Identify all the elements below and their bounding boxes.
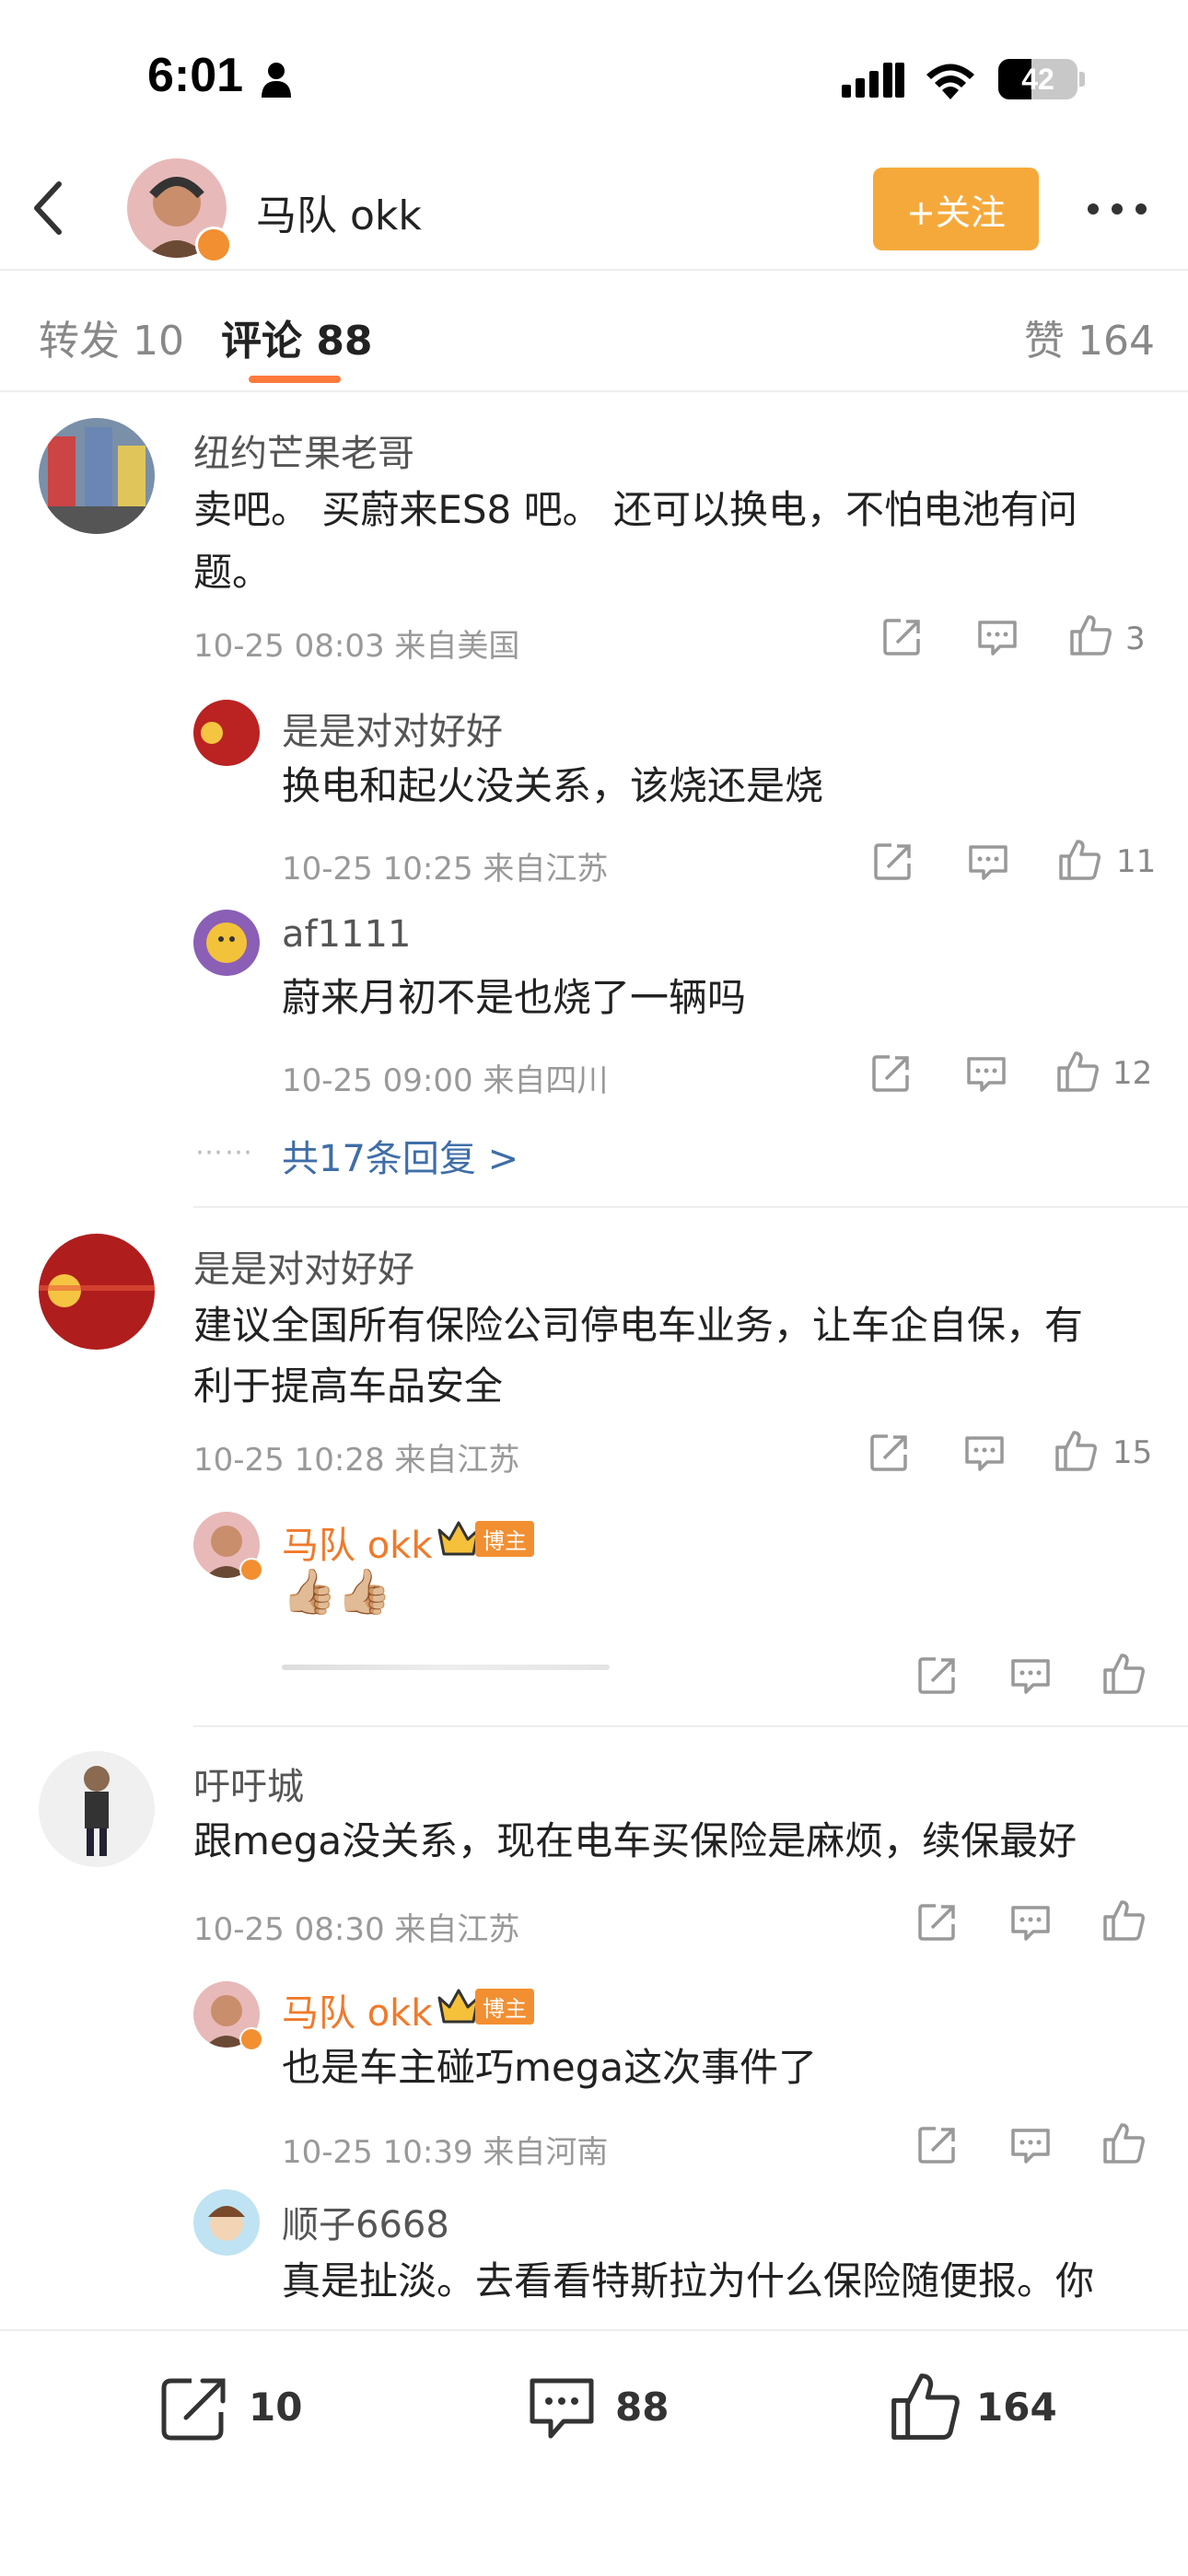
repost-count[interactable]: 10	[249, 2385, 302, 2430]
reply-text: 也是车主碰巧mega这次事件了	[282, 2045, 818, 2090]
comment-divider	[193, 1725, 1188, 1727]
comment-icon[interactable]	[527, 2375, 597, 2442]
comment-icon[interactable]	[967, 843, 1009, 882]
comment-user-name[interactable]: 是是对对好好	[193, 1239, 414, 1293]
like-icon[interactable]	[1101, 1898, 1146, 1943]
like-icon[interactable]	[888, 2370, 961, 2443]
verified-badge-icon	[239, 2027, 263, 2051]
author-badge: 博主	[475, 1989, 534, 2025]
comment-text-cont: 利于提高车品安全	[193, 1363, 504, 1409]
battery-icon: 42	[998, 59, 1077, 99]
comment-meta: 10-25 08:30 来自江苏	[193, 1911, 520, 1948]
comment-user-name[interactable]: 吁吁城	[193, 1757, 304, 1810]
reply-dots: ⋯⋯	[195, 1136, 254, 1168]
comment-text: 建议全国所有保险公司停电车业务，让车企自保，有	[193, 1303, 1084, 1348]
loading-placeholder-bar	[282, 1665, 610, 1670]
comment-text-cont: 题。	[193, 550, 272, 595]
share-icon[interactable]	[882, 617, 923, 657]
header-divider	[0, 269, 1188, 271]
battery-tip	[1079, 72, 1085, 87]
verified-badge-icon	[239, 1558, 263, 1582]
follow-button[interactable]: +关注	[873, 168, 1039, 250]
comment-text: 跟mega没关系，现在电车买保险是麻烦，续保最好	[193, 1818, 1077, 1863]
comment-avatar[interactable]	[39, 1234, 155, 1350]
view-more-replies-link[interactable]: 共17条回复 >	[282, 1129, 518, 1182]
comment-meta: 10-25 08:03 来自美国	[193, 628, 520, 665]
comment-text: 卖吧。 买蔚来ES8 吧。 还可以换电，不怕电池有问	[193, 487, 1077, 532]
reply-avatar[interactable]	[193, 700, 260, 766]
share-icon[interactable]	[917, 1655, 958, 1696]
comment-user-name[interactable]: 纽约芒果老哥	[193, 424, 414, 477]
tab-comments[interactable]: 评论 88	[221, 307, 373, 366]
like-count: 11	[1116, 843, 1157, 880]
like-icon[interactable]	[1068, 613, 1112, 657]
comment-icon[interactable]	[1009, 1657, 1052, 1696]
like-count: 12	[1112, 1055, 1153, 1092]
comment-icon[interactable]	[965, 1055, 1007, 1094]
header-user-name[interactable]: 马队 okk	[256, 182, 422, 241]
comment-divider	[193, 1206, 1188, 1208]
reply-user-name[interactable]: 是是对对好好	[282, 702, 503, 755]
cellular-signal-icon	[842, 63, 904, 98]
more-options-icon[interactable]	[1087, 203, 1147, 215]
repost-icon[interactable]	[160, 2375, 230, 2442]
share-icon[interactable]	[871, 1053, 912, 1094]
reply-avatar[interactable]	[193, 910, 260, 976]
tab-likes[interactable]: 赞 164	[1024, 307, 1155, 366]
like-icon[interactable]	[1101, 1652, 1146, 1696]
crown-icon	[437, 1521, 480, 1556]
crown-icon	[437, 1989, 480, 2024]
comment-count[interactable]: 88	[615, 2385, 669, 2430]
like-count: 15	[1112, 1434, 1153, 1471]
person-icon	[262, 63, 291, 98]
comment-avatar[interactable]	[39, 418, 155, 534]
share-icon[interactable]	[873, 841, 914, 882]
reply-text: 👍🏼👍🏼	[282, 1566, 392, 1618]
comment-meta: 10-25 10:28 来自江苏	[193, 1442, 520, 1479]
reply-text: 换电和起火没关系，该烧还是烧	[282, 763, 824, 808]
status-time: 6:01	[147, 49, 244, 102]
tab-repost[interactable]: 转发 10	[39, 307, 184, 366]
share-icon[interactable]	[917, 1902, 958, 1943]
reply-user-name[interactable]: 马队 okk	[282, 1983, 433, 2036]
reply-meta: 10-25 10:25 来自江苏	[282, 851, 609, 888]
tab-indicator	[249, 376, 341, 383]
reply-user-name[interactable]: 顺子6668	[282, 2195, 449, 2248]
like-icon[interactable]	[1055, 1050, 1100, 1094]
reply-text: 真是扯淡。去看看特斯拉为什么保险随便报。你	[282, 2258, 1095, 2303]
wifi-icon	[926, 64, 974, 99]
reply-meta: 10-25 10:39 来自河南	[282, 2134, 609, 2171]
reply-avatar[interactable]	[193, 2189, 260, 2256]
comment-icon[interactable]	[976, 619, 1019, 657]
like-count-total[interactable]: 164	[976, 2385, 1057, 2430]
comment-icon[interactable]	[1009, 1904, 1052, 1943]
tabs-divider	[0, 390, 1188, 392]
comment-avatar[interactable]	[39, 1751, 155, 1867]
verified-badge-icon	[195, 226, 232, 263]
like-icon[interactable]	[1057, 838, 1101, 882]
reply-user-name[interactable]: af1111	[282, 913, 411, 956]
reply-meta: 10-25 09:00 来自四川	[282, 1062, 609, 1099]
share-icon[interactable]	[869, 1433, 910, 1473]
comment-icon[interactable]	[1009, 2127, 1052, 2165]
battery-level: 42	[1021, 63, 1054, 96]
author-badge: 博主	[475, 1521, 534, 1557]
reply-user-name[interactable]: 马队 okk	[282, 1515, 433, 1569]
like-count: 3	[1125, 621, 1146, 657]
back-arrow-icon[interactable]	[29, 180, 66, 236]
comment-icon[interactable]	[963, 1434, 1006, 1473]
reply-text: 蔚来月初不是也烧了一辆吗	[282, 975, 747, 1020]
like-icon[interactable]	[1101, 2121, 1146, 2165]
share-icon[interactable]	[917, 2125, 958, 2165]
like-icon[interactable]	[1054, 1429, 1098, 1473]
bottom-action-bar	[0, 2329, 1188, 2576]
